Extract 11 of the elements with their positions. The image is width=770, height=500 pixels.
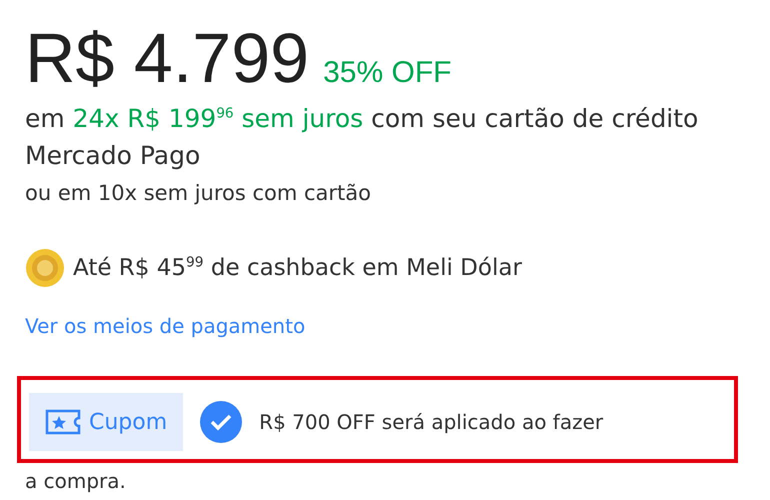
coin-icon xyxy=(25,248,65,288)
coupon-message: R$ 700 OFF será aplicado ao fazer xyxy=(259,410,604,434)
price: R$ 4.799 xyxy=(25,18,310,98)
ticket-icon xyxy=(45,408,81,436)
coupon-message-continued: a compra. xyxy=(25,469,127,493)
payment-methods-link[interactable]: Ver os meios de pagamento xyxy=(25,314,306,338)
alternative-installment-text: ou em 10x sem juros com cartão xyxy=(25,180,372,207)
coupon-button[interactable]: Cupom xyxy=(29,393,184,451)
discount-label: 35% OFF xyxy=(323,56,452,90)
installment-text: em 24x R$ 199$^{96}$ sem juros com seu cartão de crédito Mercado Pago xyxy=(25,103,700,172)
cashback-text: Até R$ 45$^{99}$ de cashback em Meli Dólar xyxy=(73,255,522,281)
